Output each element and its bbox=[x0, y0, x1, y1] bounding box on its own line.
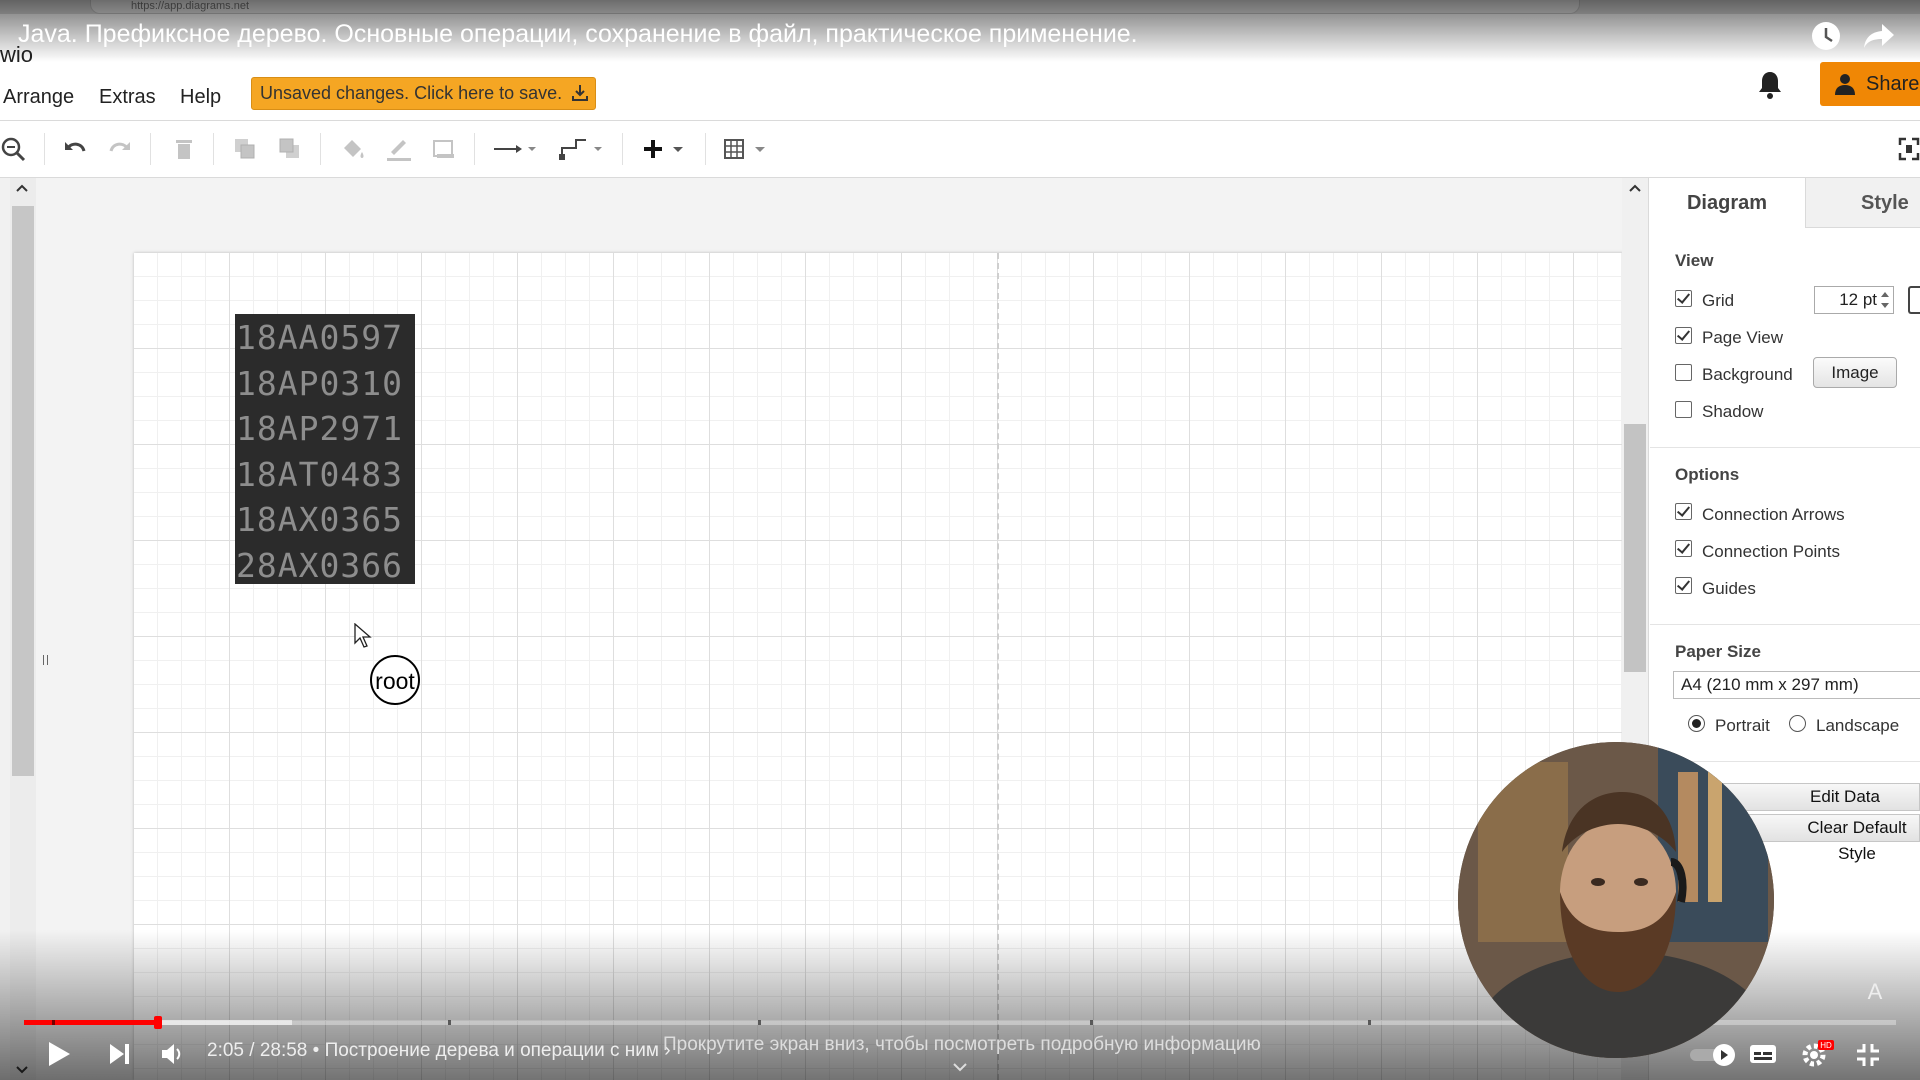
progress-scrubber[interactable] bbox=[154, 1016, 162, 1029]
page-view-checkbox[interactable] bbox=[1675, 327, 1692, 344]
unsaved-changes-button[interactable]: Unsaved changes. Click here to save. bbox=[251, 77, 596, 110]
view-section-title: View bbox=[1675, 251, 1714, 270]
fullscreen-icon[interactable] bbox=[1898, 136, 1920, 162]
subtitles-icon[interactable] bbox=[1748, 1042, 1778, 1066]
to-back-icon[interactable] bbox=[277, 136, 303, 162]
url-text: https://app.diagrams.net bbox=[131, 0, 250, 12]
background-label: Background bbox=[1702, 365, 1793, 384]
fill-color-icon[interactable] bbox=[340, 136, 366, 162]
menu-extras[interactable]: Extras bbox=[99, 86, 156, 109]
landscape-label: Landscape bbox=[1816, 716, 1900, 735]
exit-fullscreen-icon[interactable] bbox=[1855, 1042, 1881, 1068]
settings-icon[interactable]: HD bbox=[1800, 1038, 1834, 1068]
user-icon bbox=[1835, 74, 1855, 95]
unsaved-label: Unsaved changes. Click here to save. bbox=[260, 83, 563, 103]
grid-checkbox[interactable] bbox=[1675, 290, 1692, 307]
bell-icon[interactable] bbox=[1756, 70, 1784, 100]
to-front-icon[interactable] bbox=[232, 136, 258, 162]
portrait-label: Portrait bbox=[1715, 716, 1770, 735]
autoplay-toggle[interactable] bbox=[1688, 1042, 1740, 1068]
chapter-marker bbox=[758, 1020, 761, 1025]
watch-later-icon[interactable] bbox=[1810, 20, 1842, 52]
guides-checkbox[interactable] bbox=[1675, 577, 1692, 594]
splitter-handle[interactable] bbox=[43, 655, 48, 665]
paper-size-title: Paper Size bbox=[1675, 642, 1761, 661]
delete-icon[interactable] bbox=[171, 136, 197, 162]
presenter-image bbox=[1458, 742, 1774, 1058]
left-scrollbar-thumb[interactable] bbox=[12, 206, 34, 776]
scroll-up-icon[interactable] bbox=[15, 183, 29, 193]
line-color-icon[interactable] bbox=[385, 136, 413, 162]
chapter-marker bbox=[1090, 1020, 1093, 1025]
grid-size-stepper[interactable] bbox=[1878, 288, 1892, 312]
canvas-scrollbar-thumb[interactable] bbox=[1624, 424, 1646, 672]
tab-style[interactable]: Style bbox=[1805, 178, 1920, 228]
chapter-marker bbox=[448, 1020, 451, 1025]
tab-diagram[interactable]: Diagram bbox=[1650, 178, 1804, 228]
undo-icon[interactable] bbox=[62, 136, 88, 162]
connection-points-checkbox[interactable] bbox=[1675, 540, 1692, 557]
connection-icon[interactable] bbox=[492, 136, 538, 162]
background-checkbox[interactable] bbox=[1675, 364, 1692, 381]
landscape-radio[interactable] bbox=[1789, 715, 1806, 732]
chapter-marker bbox=[52, 1020, 55, 1025]
portrait-radio[interactable] bbox=[1688, 715, 1705, 732]
shadow-checkbox[interactable] bbox=[1675, 401, 1692, 418]
connection-arrows-checkbox[interactable] bbox=[1675, 503, 1692, 520]
mouse-cursor-icon bbox=[354, 623, 372, 648]
insert-icon[interactable] bbox=[641, 136, 689, 162]
time-display: 2:05 / 28:58 bbox=[207, 1040, 308, 1061]
scroll-down-icon[interactable] bbox=[15, 1065, 29, 1075]
connection-points-label: Connection Points bbox=[1702, 542, 1840, 561]
scroll-hint: Прокрутите экран вниз, чтобы посмотреть … bbox=[663, 1034, 1261, 1055]
menu-arrange[interactable]: Arrange bbox=[3, 86, 74, 109]
waypoints-icon[interactable] bbox=[558, 136, 604, 162]
page-view-label: Page View bbox=[1702, 328, 1783, 347]
divider bbox=[1650, 624, 1920, 625]
code-line: 28AX0366 bbox=[236, 545, 403, 585]
video-title[interactable]: Java. Префиксное дерево. Основные операц… bbox=[18, 20, 1138, 49]
shadow-label: Shadow bbox=[1702, 402, 1764, 421]
zoom-out-icon[interactable] bbox=[0, 136, 26, 162]
download-icon bbox=[572, 85, 589, 101]
grid-label: Grid bbox=[1702, 291, 1735, 310]
share-label: Share bbox=[1866, 73, 1920, 95]
webcam-overlay bbox=[1458, 742, 1774, 1058]
code-line: 18AX0365 bbox=[236, 500, 403, 539]
root-node[interactable]: root bbox=[370, 655, 420, 705]
options-section-title: Options bbox=[1675, 465, 1740, 484]
code-line: 18AP0310 bbox=[236, 363, 403, 403]
code-line: 18AA0597 bbox=[236, 318, 403, 357]
share-video-icon[interactable] bbox=[1862, 22, 1896, 50]
page-break-line bbox=[997, 253, 999, 1080]
translate-icon[interactable]: A bbox=[1860, 976, 1890, 1006]
time-chapter-label[interactable]: 2:05 / 28:58 • Построение дерева и опера… bbox=[207, 1040, 671, 1062]
play-icon[interactable] bbox=[46, 1040, 72, 1068]
background-image-button[interactable]: Image bbox=[1813, 357, 1897, 388]
divider bbox=[1650, 447, 1920, 448]
address-bar[interactable]: https://app.diagrams.net bbox=[90, 0, 1580, 14]
volume-icon[interactable] bbox=[160, 1042, 186, 1066]
connection-arrows-label: Connection Arrows bbox=[1702, 505, 1845, 524]
code-line: 18AP2971 bbox=[236, 409, 403, 448]
menu-help[interactable]: Help bbox=[180, 86, 221, 109]
shadow-icon[interactable] bbox=[431, 136, 457, 162]
next-icon[interactable] bbox=[108, 1042, 132, 1066]
scroll-hint-chevron-icon bbox=[953, 1063, 967, 1072]
progress-played bbox=[24, 1020, 159, 1025]
grid-color-swatch[interactable] bbox=[1908, 286, 1920, 314]
chapter-title: • Построение дерева и операции с ним › bbox=[312, 1040, 671, 1061]
table-icon[interactable] bbox=[723, 136, 769, 162]
redo-icon[interactable] bbox=[107, 136, 133, 162]
code-list-shape[interactable]: 18AA0597 18AP0310 18AP2971 18AT0483 18AX… bbox=[235, 314, 415, 585]
svg-text:A: A bbox=[1868, 979, 1883, 1004]
paper-size-select[interactable]: A4 (210 mm x 297 mm) bbox=[1673, 671, 1920, 699]
chapter-marker bbox=[1368, 1020, 1371, 1025]
code-line: 18AT0483 bbox=[236, 454, 403, 494]
share-button[interactable]: Share bbox=[1820, 62, 1920, 106]
canvas-scroll-up-icon[interactable] bbox=[1628, 183, 1642, 193]
svg-text:HD: HD bbox=[1820, 1041, 1832, 1050]
guides-label: Guides bbox=[1702, 579, 1756, 598]
